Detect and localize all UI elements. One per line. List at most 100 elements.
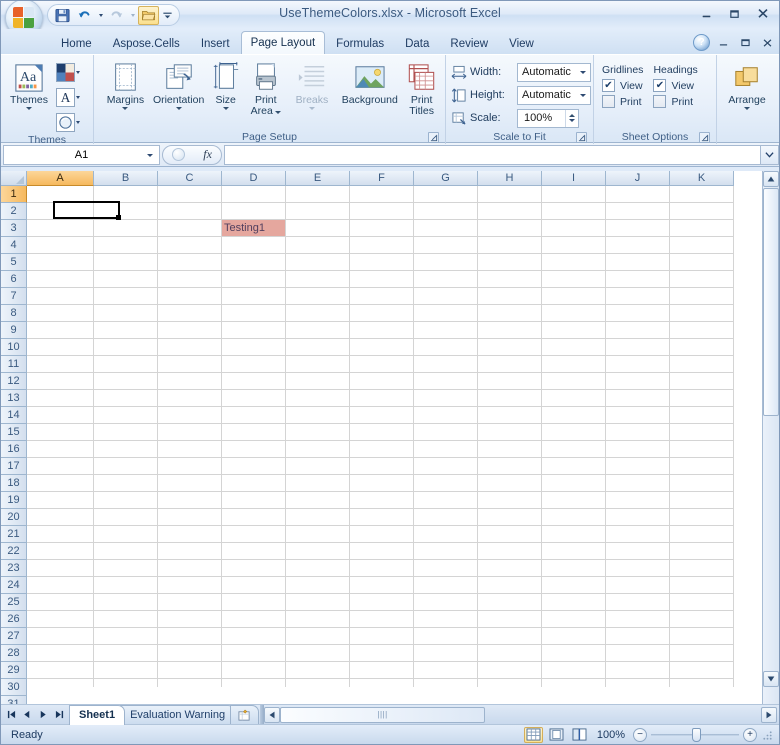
cell-E8[interactable]	[286, 305, 350, 322]
column-header-k[interactable]: K	[670, 171, 734, 186]
cell-I23[interactable]	[542, 560, 606, 577]
document-close-button[interactable]	[758, 35, 776, 50]
cell-I17[interactable]	[542, 458, 606, 475]
theme-colors-button[interactable]	[53, 61, 83, 84]
cell-E15[interactable]	[286, 424, 350, 441]
theme-effects-button[interactable]	[53, 111, 83, 134]
cell-I1[interactable]	[542, 186, 606, 203]
cell-D9[interactable]	[222, 322, 286, 339]
zoom-slider[interactable]	[651, 727, 739, 742]
cell-J13[interactable]	[606, 390, 670, 407]
cell-A15[interactable]	[27, 424, 94, 441]
cell-E4[interactable]	[286, 237, 350, 254]
cell-B7[interactable]	[94, 288, 158, 305]
cell-A5[interactable]	[27, 254, 94, 271]
cell-G20[interactable]	[414, 509, 478, 526]
cell-D19[interactable]	[222, 492, 286, 509]
cell-F9[interactable]	[350, 322, 414, 339]
cell-B24[interactable]	[94, 577, 158, 594]
cell-F21[interactable]	[350, 526, 414, 543]
column-header-d[interactable]: D	[222, 171, 286, 186]
cell-H13[interactable]	[478, 390, 542, 407]
cell-D29[interactable]	[222, 662, 286, 679]
cell-I24[interactable]	[542, 577, 606, 594]
cell-C20[interactable]	[158, 509, 222, 526]
theme-fonts-button[interactable]: A	[53, 86, 83, 109]
cell-G6[interactable]	[414, 271, 478, 288]
row-header-25[interactable]: 25	[1, 594, 27, 611]
window-minimize-button[interactable]	[694, 5, 719, 22]
cell-J29[interactable]	[606, 662, 670, 679]
cell-I22[interactable]	[542, 543, 606, 560]
cell-C5[interactable]	[158, 254, 222, 271]
cell-J19[interactable]	[606, 492, 670, 509]
cell-A27[interactable]	[27, 628, 94, 645]
cell-H4[interactable]	[478, 237, 542, 254]
cell-K1[interactable]	[670, 186, 734, 203]
cell-A10[interactable]	[27, 339, 94, 356]
cell-C12[interactable]	[158, 373, 222, 390]
row-header-23[interactable]: 23	[1, 560, 27, 577]
cell-G10[interactable]	[414, 339, 478, 356]
cell-G19[interactable]	[414, 492, 478, 509]
scroll-right-button[interactable]	[761, 706, 777, 723]
cell-A14[interactable]	[27, 407, 94, 424]
print-area-button[interactable]: Print Area	[245, 58, 286, 120]
cell-B8[interactable]	[94, 305, 158, 322]
cell-E16[interactable]	[286, 441, 350, 458]
cell-A6[interactable]	[27, 271, 94, 288]
cell-I4[interactable]	[542, 237, 606, 254]
row-header-22[interactable]: 22	[1, 543, 27, 560]
cell-H29[interactable]	[478, 662, 542, 679]
cell-K2[interactable]	[670, 203, 734, 220]
cell-I21[interactable]	[542, 526, 606, 543]
cell-J14[interactable]	[606, 407, 670, 424]
cell-F5[interactable]	[350, 254, 414, 271]
cell-E20[interactable]	[286, 509, 350, 526]
cell-K26[interactable]	[670, 611, 734, 628]
vertical-scrollbar[interactable]	[762, 171, 779, 704]
redo-dropdown-arrow[interactable]	[128, 6, 137, 25]
cell-J20[interactable]	[606, 509, 670, 526]
cell-A23[interactable]	[27, 560, 94, 577]
cell-J24[interactable]	[606, 577, 670, 594]
cell-J15[interactable]	[606, 424, 670, 441]
cell-H24[interactable]	[478, 577, 542, 594]
cell-I6[interactable]	[542, 271, 606, 288]
cell-F22[interactable]	[350, 543, 414, 560]
open-button[interactable]	[138, 5, 159, 25]
tab-data[interactable]: Data	[395, 33, 439, 54]
cell-K5[interactable]	[670, 254, 734, 271]
gridlines-print-checkbox[interactable]: Print	[602, 95, 643, 108]
column-header-c[interactable]: C	[158, 171, 222, 186]
cell-E18[interactable]	[286, 475, 350, 492]
view-page-layout-button[interactable]	[547, 727, 566, 743]
cell-F28[interactable]	[350, 645, 414, 662]
cell-H9[interactable]	[478, 322, 542, 339]
cell-G2[interactable]	[414, 203, 478, 220]
cell-H22[interactable]	[478, 543, 542, 560]
cell-E24[interactable]	[286, 577, 350, 594]
cell-F20[interactable]	[350, 509, 414, 526]
cell-A25[interactable]	[27, 594, 94, 611]
cell-K13[interactable]	[670, 390, 734, 407]
cell-K11[interactable]	[670, 356, 734, 373]
cell-J12[interactable]	[606, 373, 670, 390]
cell-F26[interactable]	[350, 611, 414, 628]
cell-B30[interactable]	[94, 679, 158, 687]
cell-D7[interactable]	[222, 288, 286, 305]
column-header-g[interactable]: G	[414, 171, 478, 186]
cell-J11[interactable]	[606, 356, 670, 373]
cell-C7[interactable]	[158, 288, 222, 305]
cell-K3[interactable]	[670, 220, 734, 237]
cell-E1[interactable]	[286, 186, 350, 203]
cell-H21[interactable]	[478, 526, 542, 543]
row-header-7[interactable]: 7	[1, 288, 27, 305]
cell-K27[interactable]	[670, 628, 734, 645]
cell-E2[interactable]	[286, 203, 350, 220]
cell-H10[interactable]	[478, 339, 542, 356]
cell-D1[interactable]	[222, 186, 286, 203]
select-all-button[interactable]	[1, 171, 27, 186]
cell-area[interactable]: Testing1	[27, 186, 762, 687]
cell-K23[interactable]	[670, 560, 734, 577]
